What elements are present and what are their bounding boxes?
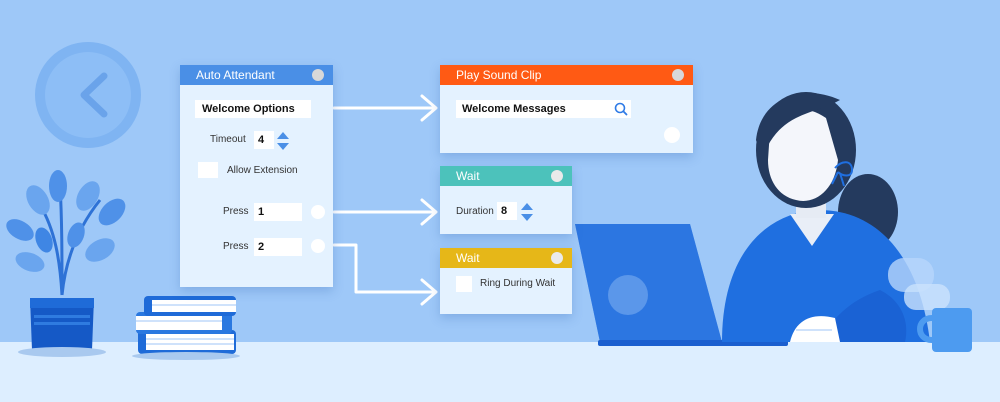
- press-1-connector-port[interactable]: [311, 205, 325, 219]
- header-dot: [312, 69, 324, 81]
- duration-stepper[interactable]: [520, 202, 534, 222]
- timeout-value: 4: [258, 134, 265, 146]
- header-dot: [672, 69, 684, 81]
- wait-ring-title: Wait: [456, 251, 480, 265]
- duration-value: 8: [501, 205, 508, 217]
- timeout-stepper[interactable]: [276, 131, 290, 151]
- press-label-2: Press: [223, 241, 249, 252]
- ring-during-wait-checkbox[interactable]: [456, 276, 472, 292]
- sound-search-field[interactable]: Welcome Messages: [456, 100, 612, 118]
- wait-ring-card: Wait Ring During Wait: [440, 248, 572, 314]
- wait-duration-title: Wait: [456, 169, 480, 183]
- press-field-1[interactable]: 1: [254, 203, 302, 221]
- sound-search-value: Welcome Messages: [462, 103, 566, 115]
- allow-extension-checkbox[interactable]: [198, 162, 218, 178]
- press-label-1: Press: [223, 206, 249, 217]
- header-dot: [551, 252, 563, 264]
- duration-label: Duration: [456, 206, 494, 217]
- auto-attendant-header: Auto Attendant: [180, 65, 333, 85]
- stepper-arrows-icon: [277, 132, 289, 150]
- connectors: [332, 94, 438, 306]
- press-field-2[interactable]: 2: [254, 238, 302, 256]
- press-value-2: 2: [258, 241, 265, 253]
- allow-extension-label: Allow Extension: [227, 165, 298, 176]
- woman-at-laptop: [722, 92, 930, 342]
- auto-attendant-title: Auto Attendant: [196, 68, 275, 82]
- press-2-connector-port[interactable]: [311, 239, 325, 253]
- clock-icon: [35, 42, 141, 148]
- wait-duration-header: Wait: [440, 166, 572, 186]
- timeout-field[interactable]: 4: [254, 131, 274, 149]
- wait-ring-header: Wait: [440, 248, 572, 268]
- header-dot: [551, 170, 563, 182]
- timeout-label: Timeout: [210, 134, 246, 145]
- wait-duration-card: Wait Duration 8: [440, 166, 572, 234]
- stepper-arrows-icon: [521, 203, 533, 221]
- play-sound-clip-card: Play Sound Clip Welcome Messages: [440, 65, 693, 153]
- search-icon[interactable]: [611, 100, 631, 118]
- welcome-options-field[interactable]: Welcome Options: [195, 100, 311, 118]
- book-stack: [132, 296, 240, 360]
- play-sound-clip-header: Play Sound Clip: [440, 65, 693, 85]
- press-value-1: 1: [258, 206, 265, 218]
- ring-during-wait-label: Ring During Wait: [480, 278, 556, 289]
- sound-clip-connector-port[interactable]: [664, 127, 680, 143]
- play-sound-clip-title: Play Sound Clip: [456, 68, 542, 82]
- auto-attendant-card: Auto Attendant Welcome Options Timeout 4…: [180, 65, 333, 287]
- welcome-options-value: Welcome Options: [202, 103, 295, 115]
- potted-plant: [6, 170, 126, 357]
- duration-field[interactable]: 8: [497, 202, 517, 220]
- workflow-illustration: Auto Attendant Welcome Options Timeout 4…: [0, 0, 1000, 402]
